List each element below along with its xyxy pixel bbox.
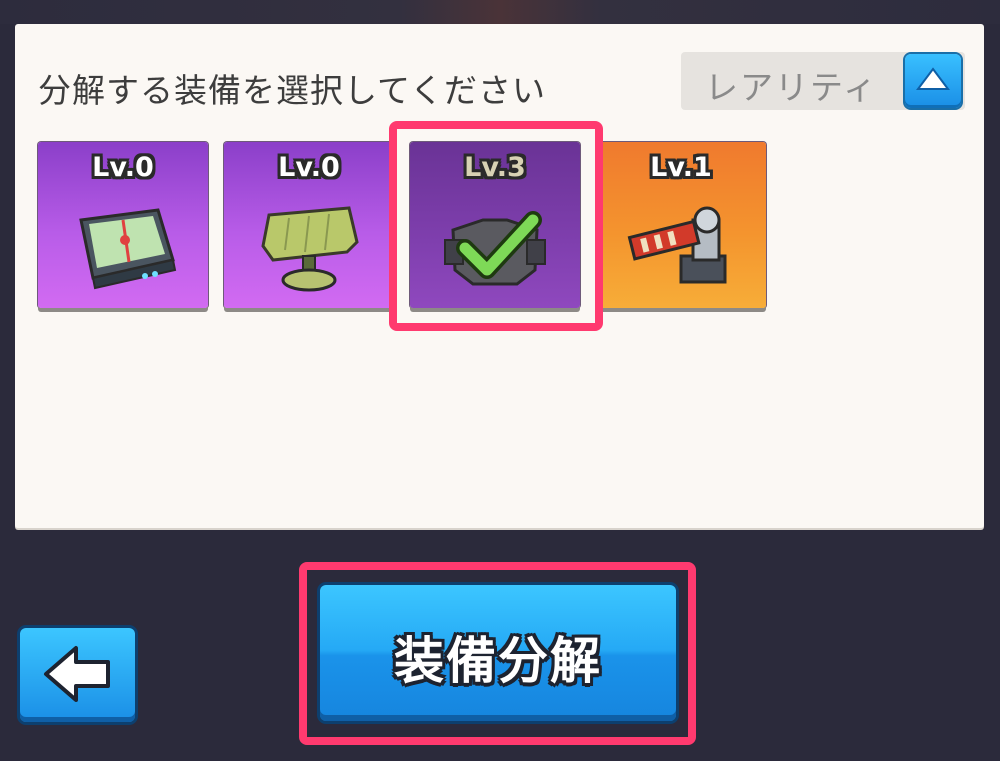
- cannon-turret-icon: [627, 206, 727, 284]
- equipment-card[interactable]: Lv.0: [224, 142, 394, 308]
- shield-antenna-icon: [261, 206, 359, 292]
- sort-order-button[interactable]: [905, 54, 961, 108]
- level-label: Lv.1: [650, 152, 712, 183]
- instruction-text: 分解する装備を選択してください: [38, 71, 547, 110]
- dismantle-button-label: 装備分解: [394, 632, 602, 690]
- back-button[interactable]: [20, 628, 135, 722]
- tablet-device-icon: [79, 208, 177, 290]
- top-background-strip: [0, 0, 1000, 24]
- equipment-card[interactable]: Lv.1: [596, 142, 766, 308]
- arrow-left-icon: [44, 646, 110, 702]
- triangle-up-icon: [916, 67, 950, 90]
- rarity-sort-label: レアリティ: [705, 68, 879, 107]
- rarity-sort-control[interactable]: レアリティ: [681, 52, 965, 110]
- selected-card-highlight: [389, 121, 603, 331]
- level-label: Lv.0: [278, 152, 340, 183]
- equipment-card[interactable]: Lv.0: [38, 142, 208, 308]
- level-label: Lv.0: [92, 152, 154, 183]
- dismantle-equipment-button[interactable]: 装備分解: [320, 585, 676, 721]
